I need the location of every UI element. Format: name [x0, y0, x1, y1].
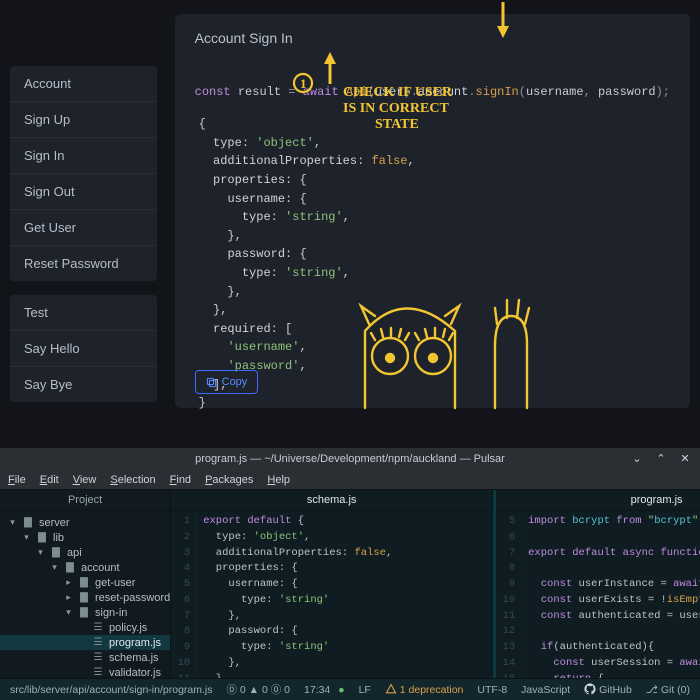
window-close-icon[interactable]: ✕	[678, 451, 692, 465]
editor-pane-right: program.js 56789101112131415161718 impor…	[493, 490, 700, 678]
menu-help[interactable]: Help	[267, 474, 290, 486]
menu-edit[interactable]: Edit	[40, 474, 59, 486]
project-tree-panel: Project ▾▇server▾▇lib▾▇api▾▇account▸▇get…	[0, 490, 171, 678]
tab-schema[interactable]: schema.js	[171, 490, 493, 510]
tree-folder-get-user[interactable]: ▸▇get-user	[0, 575, 170, 590]
status-deprecation[interactable]: 1 deprecation	[385, 683, 464, 696]
folder-icon: ▇	[22, 517, 34, 529]
nav-item-say-hello[interactable]: Say Hello	[10, 331, 157, 367]
sidebar: AccountSign UpSign InSign OutGet UserRes…	[10, 14, 157, 416]
folder-icon: ▇	[64, 562, 76, 574]
tree-folder-reset-password[interactable]: ▸▇reset-password	[0, 590, 170, 605]
tree-file-schema-js[interactable]: ☰schema.js	[0, 650, 170, 665]
copy-button[interactable]: Copy	[195, 370, 259, 394]
source-left[interactable]: export default { type: 'object', additio…	[197, 511, 493, 678]
tab-program[interactable]: program.js	[496, 490, 700, 510]
panel-title: Account Sign In	[195, 30, 670, 46]
file-icon: ☰	[92, 637, 104, 649]
nav-item-get-user[interactable]: Get User	[10, 210, 157, 246]
editor-pane-left: schema.js 12345678910111213 export defau…	[171, 490, 493, 678]
tree-folder-account[interactable]: ▾▇account	[0, 560, 170, 575]
folder-icon: ▇	[36, 532, 48, 544]
nav-item-reset-password[interactable]: Reset Password	[10, 246, 157, 281]
file-icon: ☰	[92, 652, 104, 664]
tree-file-program-js[interactable]: ☰program.js	[0, 635, 170, 650]
menu-find[interactable]: Find	[170, 474, 191, 486]
file-icon: ☰	[92, 667, 104, 679]
window-minimize-icon[interactable]: ⌄	[630, 451, 644, 465]
nav-item-say-bye[interactable]: Say Bye	[10, 367, 157, 402]
folder-icon: ▇	[78, 592, 90, 604]
status-git[interactable]: ⎇ Git (0)	[646, 684, 690, 696]
nav-group-test: TestSay HelloSay Bye	[10, 295, 157, 402]
status-health-icon: ●	[338, 684, 344, 696]
status-cursor: 17:34	[304, 684, 330, 696]
status-eol[interactable]: LF	[359, 684, 371, 696]
nav-item-sign-out[interactable]: Sign Out	[10, 174, 157, 210]
status-github[interactable]: GitHub	[584, 683, 632, 696]
code-signature: const result = await Api(user).account.s…	[195, 64, 670, 101]
window-titlebar: program.js — ~/Universe/Development/npm/…	[0, 448, 700, 470]
source-right[interactable]: import bcrypt from "bcrypt"; export defa…	[522, 511, 700, 678]
menu-file[interactable]: File	[8, 474, 26, 486]
github-icon	[584, 683, 596, 695]
menu-view[interactable]: View	[73, 474, 97, 486]
window-title: program.js — ~/Universe/Development/npm/…	[195, 453, 505, 465]
nav-group-account: AccountSign UpSign InSign OutGet UserRes…	[10, 66, 157, 281]
folder-icon: ▇	[78, 607, 90, 619]
status-diagnostics[interactable]: ⓪ 0 ▲ 0 ⓪ 0	[227, 682, 291, 697]
nav-item-test[interactable]: Test	[10, 295, 157, 331]
tree-folder-server[interactable]: ▾▇server	[0, 515, 170, 530]
folder-icon: ▇	[78, 577, 90, 589]
status-path: src/lib/server/api/account/sign-in/progr…	[10, 684, 213, 696]
status-language[interactable]: JavaScript	[521, 684, 570, 696]
gutter-right: 56789101112131415161718	[496, 511, 522, 678]
menu-selection[interactable]: Selection	[110, 474, 155, 486]
tree-file-policy-js[interactable]: ☰policy.js	[0, 620, 170, 635]
svg-text:IS IN CORRECT: IS IN CORRECT	[343, 101, 449, 116]
tree-folder-api[interactable]: ▾▇api	[0, 545, 170, 560]
tree-folder-lib[interactable]: ▾▇lib	[0, 530, 170, 545]
status-encoding[interactable]: UTF-8	[477, 684, 507, 696]
project-tree-header: Project	[0, 490, 170, 511]
copy-icon	[206, 377, 217, 388]
nav-item-sign-up[interactable]: Sign Up	[10, 102, 157, 138]
endpoint-panel: Account Sign In const result = await Api…	[175, 14, 690, 408]
warning-icon	[385, 683, 397, 695]
editor-window: program.js — ~/Universe/Development/npm/…	[0, 448, 700, 700]
tree-file-validator-js[interactable]: ☰validator.js	[0, 665, 170, 680]
nav-item-account[interactable]: Account	[10, 66, 157, 102]
nav-item-sign-in[interactable]: Sign In	[10, 138, 157, 174]
gutter-left: 12345678910111213	[171, 511, 197, 678]
menu-bar: File Edit View Selection Find Packages Help	[0, 470, 700, 490]
status-bar: src/lib/server/api/account/sign-in/progr…	[0, 678, 700, 700]
menu-packages[interactable]: Packages	[205, 474, 253, 486]
tree-folder-sign-in[interactable]: ▾▇sign-in	[0, 605, 170, 620]
file-icon: ☰	[92, 622, 104, 634]
folder-icon: ▇	[50, 547, 62, 559]
code-schema: { type: 'object', additionalProperties: …	[199, 115, 670, 413]
window-maximize-icon[interactable]: ⌃	[654, 451, 668, 465]
